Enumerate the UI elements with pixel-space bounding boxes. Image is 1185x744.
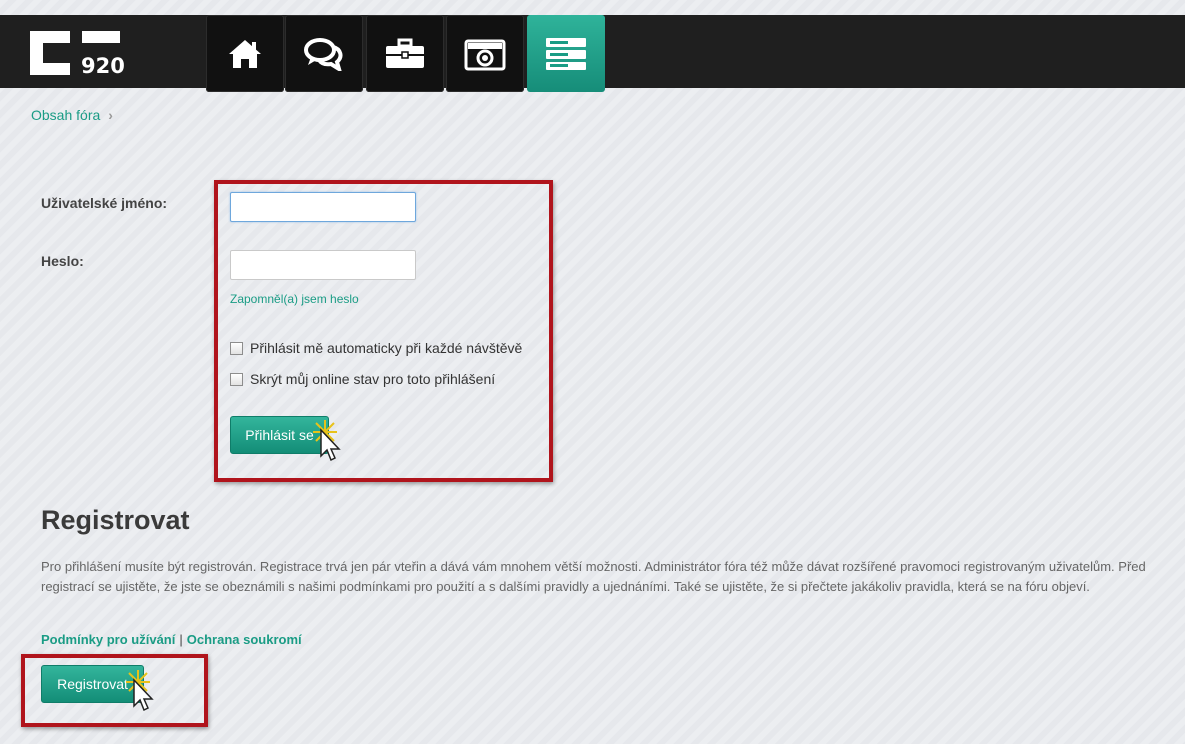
click-cursor-icon xyxy=(313,420,341,462)
register-description: Pro přihlášení musíte být registrován. R… xyxy=(41,559,1146,594)
privacy-link[interactable]: Ochrana soukromí xyxy=(187,632,302,647)
home-icon xyxy=(229,39,261,68)
nav-gallery[interactable] xyxy=(446,15,524,92)
register-heading: Registrovat xyxy=(41,505,190,535)
briefcase-icon xyxy=(386,38,424,68)
breadcrumb: Obsah fóra › xyxy=(31,107,113,123)
site-logo[interactable]: 920 xyxy=(30,15,125,78)
chat-icon xyxy=(304,37,343,71)
terms-link[interactable]: Podmínky pro užívání xyxy=(41,632,175,647)
nav-portfolio[interactable] xyxy=(366,15,444,92)
link-separator: | xyxy=(179,632,183,647)
nav-forum-chat[interactable] xyxy=(285,15,363,92)
breadcrumb-forum-index-link[interactable]: Obsah fóra xyxy=(31,107,100,123)
nav-forum[interactable] xyxy=(527,15,605,92)
register-links: Podmínky pro užívání | Ochrana soukromí xyxy=(41,632,302,647)
click-cursor-icon xyxy=(126,670,154,712)
username-label: Uživatelské jméno: xyxy=(41,195,168,211)
login-highlight-box xyxy=(214,180,553,482)
camera-icon xyxy=(464,39,506,70)
server-icon xyxy=(546,37,586,70)
logo-number: 920 xyxy=(81,54,125,78)
register-highlight-box xyxy=(21,654,208,727)
logo-mark xyxy=(30,31,70,75)
nav-home[interactable] xyxy=(206,15,284,92)
chevron-right-icon: › xyxy=(108,107,113,123)
logo-bar xyxy=(82,31,120,43)
password-label: Heslo: xyxy=(41,253,84,269)
